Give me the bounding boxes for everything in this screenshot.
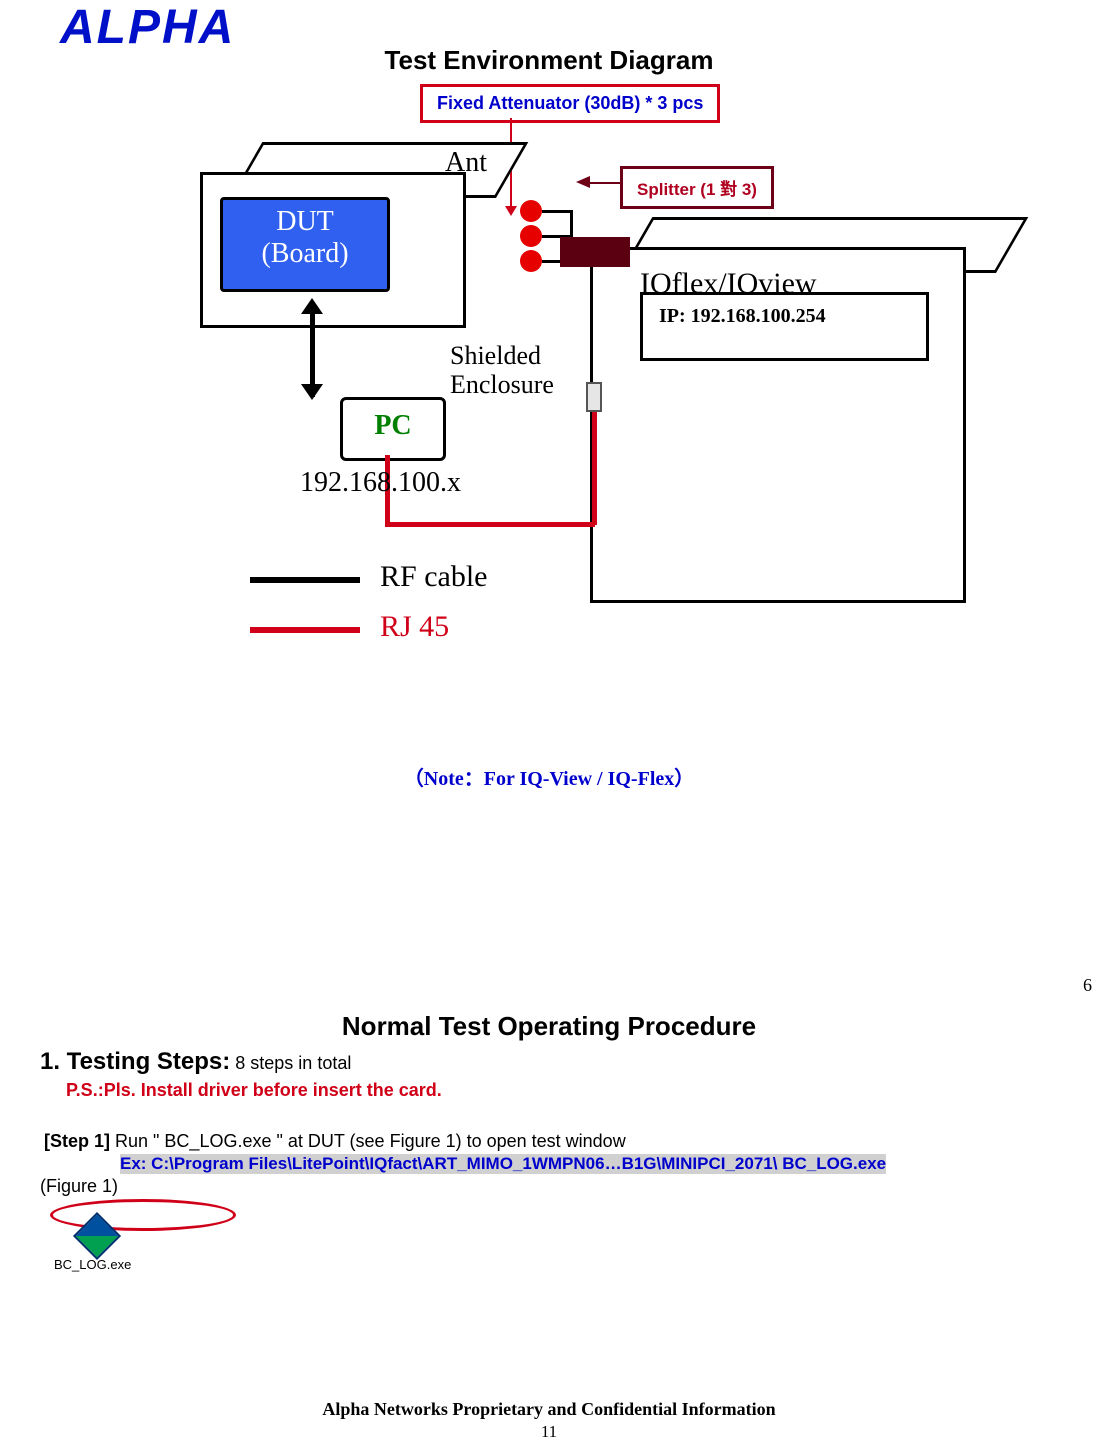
rf-cable-line — [570, 210, 573, 240]
ip-callout: IP: 192.168.100.254 — [640, 292, 929, 361]
pc-box: PC — [340, 397, 446, 461]
splitter-box-icon — [560, 237, 630, 267]
shielded-line2: Enclosure — [450, 370, 554, 399]
ps-warning: P.S.:Pls. Install driver before insert t… — [66, 1080, 1038, 1101]
procedure-title: Normal Test Operating Procedure — [60, 1011, 1038, 1042]
step1-text: Run " BC_LOG.exe " at DUT (see Figure 1)… — [110, 1131, 626, 1151]
diagram-drawing: IQflex/IQview DUT (Board) Ant — [190, 122, 950, 682]
step-1: [Step 1] Run " BC_LOG.exe " at DUT (see … — [44, 1131, 1038, 1152]
splitter-callout: Splitter (1 對 3) — [620, 166, 774, 209]
arrow-down-icon — [301, 384, 323, 400]
dut-label-2: (Board) — [261, 238, 348, 269]
rf-connector-icon — [520, 200, 542, 222]
dut-board: DUT (Board) — [220, 197, 390, 292]
arrow-up-icon — [301, 298, 323, 314]
alpha-logo: ALPHA — [60, 0, 235, 55]
footer-text: Alpha Networks Proprietary and Confident… — [322, 1399, 775, 1419]
shielded-label: Shielded Enclosure — [450, 342, 554, 399]
ant-label: Ant — [445, 147, 487, 179]
step1-label: [Step 1] — [44, 1131, 110, 1151]
bc-log-icon-label: BC_LOG.exe — [54, 1257, 131, 1272]
legend-rf-line-icon — [250, 577, 360, 583]
bc-log-icon-wrap: BC_LOG.exe — [60, 1205, 260, 1285]
page-number: 11 — [0, 1422, 1098, 1442]
footer: Alpha Networks Proprietary and Confident… — [0, 1399, 1098, 1442]
spacer — [60, 791, 1038, 1011]
rj45-line — [385, 522, 595, 527]
legend-rf-label: RF cable — [380, 560, 487, 594]
cube-icon — [73, 1212, 121, 1260]
rf-connector-icon — [520, 250, 542, 272]
test-environment-diagram: Fixed Attenuator (30dB) * 3 pcs Splitter… — [140, 82, 960, 702]
rf-connector-icon — [520, 225, 542, 247]
legend-rj-label: RJ 45 — [380, 610, 449, 644]
document-page: ALPHA Test Environment Diagram Fixed Att… — [0, 0, 1098, 1456]
figure1-label: (Figure 1) — [40, 1176, 1038, 1197]
pc-ip-label: 192.168.100.x — [300, 467, 461, 499]
testing-steps-suffix: 8 steps in total — [230, 1053, 351, 1073]
testing-steps-heading: 1. Testing Steps: 8 steps in total — [40, 1048, 1038, 1076]
shielded-line1: Shielded — [450, 341, 541, 370]
note-text: （Note：For IQ-View / IQ-Flex） — [60, 762, 1038, 791]
legend-rj-line-icon — [250, 627, 360, 633]
step1-example-path: Ex: C:\Program Files\LitePoint\IQfact\AR… — [120, 1154, 886, 1174]
dut-label-1: DUT — [276, 206, 334, 237]
dut-pc-line — [310, 302, 315, 397]
rf-cable-line — [542, 210, 572, 213]
logo-text: ALPHA — [60, 1, 235, 54]
attenuator-callout: Fixed Attenuator (30dB) * 3 pcs — [420, 84, 720, 123]
testing-steps-label: 1. Testing Steps: — [40, 1048, 230, 1075]
rj45-line — [592, 412, 597, 525]
side-page-number: 6 — [1083, 975, 1092, 996]
bc-log-exe-icon[interactable] — [74, 1213, 118, 1257]
iq-port-icon — [586, 382, 602, 412]
